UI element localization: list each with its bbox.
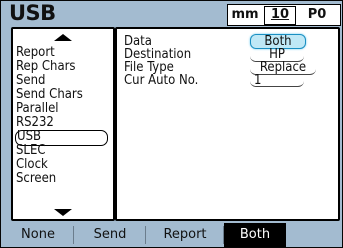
softkey-divider <box>145 226 146 244</box>
page-title: USB <box>9 1 56 25</box>
softkey-report[interactable]: Report <box>151 223 219 247</box>
preset-indicator: P0 <box>307 7 327 22</box>
softkey-divider <box>73 226 74 244</box>
menu-item-parallel[interactable]: Parallel <box>16 102 59 116</box>
softkey-none[interactable]: None <box>7 223 69 247</box>
softkey-bar: None Send Report Both <box>1 223 342 247</box>
softkey-send[interactable]: Send <box>79 223 141 247</box>
resolution-value: 10 <box>270 7 290 22</box>
units-indicator: mm 10 P0 <box>227 4 341 26</box>
settings-panel: Data Both Destination HP File Type Repla… <box>115 27 340 221</box>
scroll-up-arrow-icon[interactable] <box>54 34 72 41</box>
menu-item-send[interactable]: Send <box>16 74 45 88</box>
menu-item-rs232[interactable]: RS232 <box>16 116 54 130</box>
setting-label-cur-auto-no: Cur Auto No. <box>124 73 199 88</box>
unit-mm-indicator: mm <box>231 7 259 22</box>
scroll-down-arrow-icon[interactable] <box>54 209 72 216</box>
menu-item-rep-chars[interactable]: Rep Chars <box>16 60 76 74</box>
menu-item-slec[interactable]: SLEC <box>16 144 46 158</box>
resolution-indicator: 10 <box>264 6 296 25</box>
menu-item-clock[interactable]: Clock <box>16 158 48 172</box>
softkey-both[interactable]: Both <box>224 223 286 247</box>
setting-value-cur-auto-no[interactable]: 1 <box>250 74 304 87</box>
device-screen: USB mm 10 P0 Report Rep Chars Send Send … <box>1 1 342 247</box>
menu-item-screen[interactable]: Screen <box>16 172 56 186</box>
menu-item-report[interactable]: Report <box>16 46 55 60</box>
menu-list: Report Rep Chars Send Send Chars Paralle… <box>11 27 115 221</box>
menu-item-send-chars[interactable]: Send Chars <box>16 88 83 102</box>
device-frame: USB mm 10 P0 Report Rep Chars Send Send … <box>0 0 343 248</box>
